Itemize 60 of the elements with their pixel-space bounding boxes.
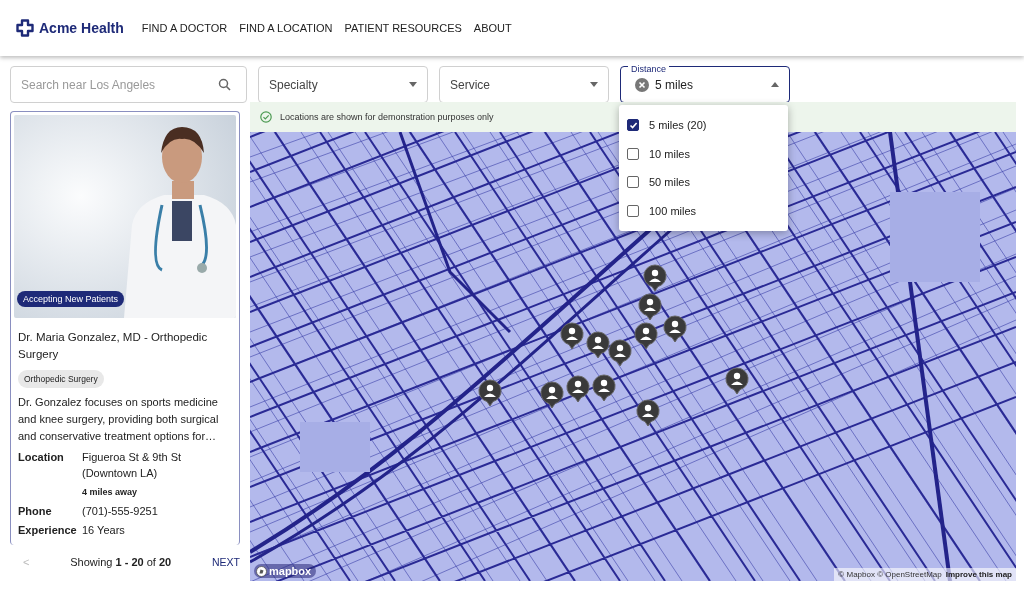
status-badge: Accepting New Patients — [17, 291, 125, 307]
map-marker-icon[interactable] — [540, 381, 564, 409]
nav-link[interactable]: FIND A LOCATION — [239, 22, 333, 34]
checkbox[interactable] — [627, 204, 639, 217]
select-field[interactable]: Specialty — [258, 66, 428, 103]
menu-option[interactable]: 10 miles — [619, 139, 788, 168]
map-marker-icon[interactable] — [643, 264, 667, 292]
doctor-name[interactable]: Dr. Maria Gonzalez, MD - Orthopedic Surgery — [18, 329, 232, 363]
mapbox-logo-icon — [256, 565, 267, 577]
select-field[interactable]: Service — [439, 66, 609, 103]
map-marker-icon[interactable] — [725, 367, 749, 395]
menu-option[interactable]: 5 miles (20) — [619, 111, 788, 140]
map-attribution: © Mapbox © OpenStreetMap — [838, 570, 942, 579]
checkbox[interactable] — [627, 176, 639, 189]
detail-value: Figueroa St & 9th St (Downtown LA) — [82, 451, 182, 479]
option-label: 5 miles (20) — [649, 119, 707, 132]
brand-name[interactable]: Acme Health — [39, 20, 124, 36]
detail-value: (701)-555-9251 — [82, 505, 158, 517]
map-marker-icon[interactable] — [560, 322, 584, 350]
demo-notice: Locations are shown for demonstration purposes only — [280, 112, 494, 122]
detail-label: Location — [18, 450, 65, 465]
search-icon[interactable] — [218, 78, 231, 91]
nav-link[interactable]: ABOUT — [473, 22, 512, 34]
caret-icon — [771, 82, 779, 87]
caret-icon — [409, 82, 417, 87]
improve-map-link[interactable]: Improve this map — [945, 570, 1012, 579]
caret-icon — [590, 82, 598, 87]
distance-note: 4 miles away — [82, 486, 139, 499]
detail-label: Phone — [18, 504, 53, 519]
clear-icon[interactable] — [635, 77, 649, 92]
doctor-description: Dr. Gonzalez focuses on sports medicine and knee surgery, providing both surgical and conservative treatment options for… — [18, 395, 220, 444]
check-circle-icon — [260, 111, 272, 123]
option-label: 100 miles — [649, 204, 697, 217]
distance-select[interactable]: Distance 5 miles — [620, 66, 790, 103]
detail-label: Experience — [18, 523, 78, 538]
map-marker-icon[interactable] — [566, 375, 590, 403]
map-marker-icon[interactable] — [586, 331, 610, 359]
checkbox[interactable] — [627, 147, 639, 160]
search-field[interactable]: Search near Los Angeles — [10, 66, 247, 103]
map-marker-icon[interactable] — [663, 315, 687, 343]
map-marker-icon[interactable] — [636, 399, 660, 427]
option-label: 50 miles — [649, 176, 690, 189]
detail-value: 16 Years — [82, 524, 125, 536]
select-value: 5 miles — [655, 77, 693, 92]
cross-logo-icon — [16, 19, 34, 37]
menu-option[interactable]: 100 miles — [619, 196, 788, 225]
results-summary: Showing 1 - 20 of 20 — [70, 556, 172, 568]
nav-link[interactable]: PATIENT RESOURCES — [344, 22, 462, 34]
specialty-tag: Orthopedic Surgery — [18, 370, 104, 388]
nav-link[interactable]: FIND A DOCTOR — [141, 22, 228, 34]
map-marker-icon[interactable] — [478, 379, 502, 407]
map-marker-icon[interactable] — [608, 339, 632, 367]
map-marker-icon[interactable] — [592, 374, 616, 402]
map-marker-icon[interactable] — [638, 293, 662, 321]
checkbox[interactable] — [627, 119, 639, 132]
field-label: Distance — [628, 65, 669, 74]
next-page-button[interactable]: NEXT — [212, 556, 240, 568]
menu-option[interactable]: 50 miles — [619, 168, 788, 197]
map-marker-icon[interactable] — [634, 322, 658, 350]
option-label: 10 miles — [649, 147, 690, 160]
